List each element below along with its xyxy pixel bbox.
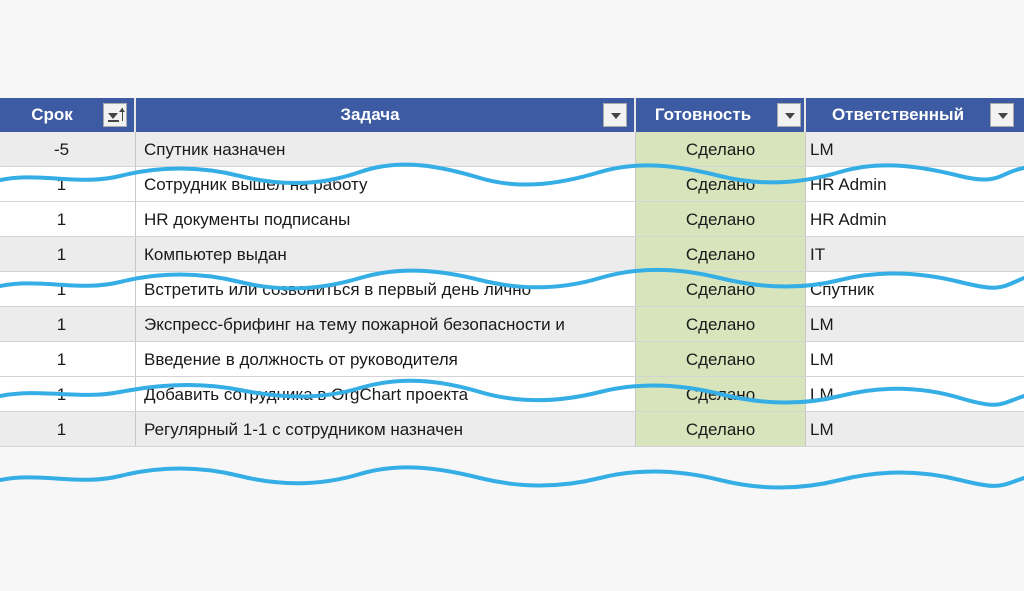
header-zadacha-label: Задача xyxy=(340,105,400,124)
cell-otvetstvenny[interactable]: LM xyxy=(806,412,1024,446)
table-header-row: Срок Задача Готовность Ответственный xyxy=(0,98,1024,132)
cell-srok[interactable]: 1 xyxy=(0,237,136,271)
table-row: 1 Регулярный 1-1 с сотрудником назначен … xyxy=(0,412,1024,447)
cell-zadacha[interactable]: Компьютер выдан xyxy=(136,237,636,271)
cell-gotovnost[interactable]: Сделано xyxy=(636,272,806,306)
table-row: 1 Экспресс-брифинг на тему пожарной безо… xyxy=(0,307,1024,342)
cell-gotovnost[interactable]: Сделано xyxy=(636,132,806,166)
cell-gotovnost[interactable]: Сделано xyxy=(636,342,806,376)
cell-gotovnost[interactable]: Сделано xyxy=(636,412,806,446)
filter-dropdown-icon[interactable] xyxy=(777,103,801,127)
cell-srok[interactable]: -5 xyxy=(0,132,136,166)
header-gotovnost-label: Готовность xyxy=(654,105,752,124)
cell-zadacha[interactable]: Введение в должность от руководителя xyxy=(136,342,636,376)
table-row: -5 Спутник назначен Сделано LM xyxy=(0,132,1024,167)
cell-gotovnost[interactable]: Сделано xyxy=(636,167,806,201)
cell-zadacha[interactable]: Регулярный 1-1 с сотрудником назначен xyxy=(136,412,636,446)
cell-zadacha[interactable]: HR документы подписаны xyxy=(136,202,636,236)
header-srok-label: Срок xyxy=(31,105,73,124)
cell-srok[interactable]: 1 xyxy=(0,307,136,341)
spreadsheet-view: Срок Задача Готовность Ответственный -5 … xyxy=(0,0,1024,591)
cell-otvetstvenny[interactable]: IT xyxy=(806,237,1024,271)
table-row: 1 Встретить или созвониться в первый ден… xyxy=(0,272,1024,307)
cell-srok[interactable]: 1 xyxy=(0,412,136,446)
cell-otvetstvenny[interactable]: HR Admin xyxy=(806,167,1024,201)
cell-zadacha[interactable]: Добавить сотрудника в OrgChart проекта xyxy=(136,377,636,411)
cell-srok[interactable]: 1 xyxy=(0,272,136,306)
cell-otvetstvenny[interactable]: HR Admin xyxy=(806,202,1024,236)
cell-otvetstvenny[interactable]: LM xyxy=(806,307,1024,341)
cell-zadacha[interactable]: Сотрудник вышел на работу xyxy=(136,167,636,201)
table-row: 1 HR документы подписаны Сделано HR Admi… xyxy=(0,202,1024,237)
table-row: 1 Введение в должность от руководителя С… xyxy=(0,342,1024,377)
cell-gotovnost[interactable]: Сделано xyxy=(636,237,806,271)
cell-gotovnost[interactable]: Сделано xyxy=(636,202,806,236)
cell-srok[interactable]: 1 xyxy=(0,202,136,236)
cell-zadacha[interactable]: Встретить или созвониться в первый день … xyxy=(136,272,636,306)
cell-zadacha[interactable]: Экспресс-брифинг на тему пожарной безопа… xyxy=(136,307,636,341)
cell-otvetstvenny[interactable]: LM xyxy=(806,377,1024,411)
onboarding-table: Срок Задача Готовность Ответственный -5 … xyxy=(0,98,1024,447)
cell-otvetstvenny[interactable]: Спутник xyxy=(806,272,1024,306)
cell-gotovnost[interactable]: Сделано xyxy=(636,307,806,341)
table-row: 1 Компьютер выдан Сделано IT xyxy=(0,237,1024,272)
cell-zadacha[interactable]: Спутник назначен xyxy=(136,132,636,166)
cell-srok[interactable]: 1 xyxy=(0,342,136,376)
cell-srok[interactable]: 1 xyxy=(0,377,136,411)
table-row: 1 Добавить сотрудника в OrgChart проекта… xyxy=(0,377,1024,412)
cell-otvetstvenny[interactable]: LM xyxy=(806,342,1024,376)
filter-dropdown-icon[interactable] xyxy=(603,103,627,127)
cell-otvetstvenny[interactable]: LM xyxy=(806,132,1024,166)
header-otvetstvenny-label: Ответственный xyxy=(831,105,965,124)
filter-dropdown-icon[interactable] xyxy=(990,103,1014,127)
sort-ascending-filter-icon[interactable] xyxy=(103,103,127,127)
table-row: 1 Сотрудник вышел на работу Сделано HR A… xyxy=(0,167,1024,202)
cell-srok[interactable]: 1 xyxy=(0,167,136,201)
cell-gotovnost[interactable]: Сделано xyxy=(636,377,806,411)
squiggle-line xyxy=(0,465,1024,490)
header-zadacha[interactable]: Задача xyxy=(136,98,636,132)
